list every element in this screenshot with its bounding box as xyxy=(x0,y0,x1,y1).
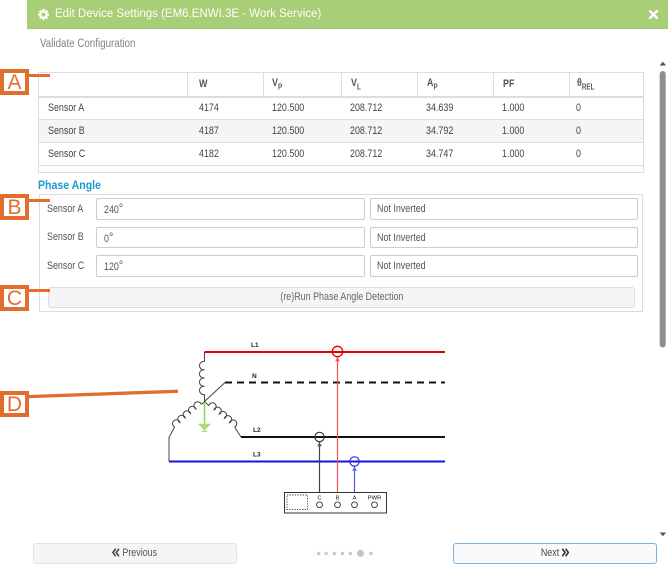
svg-text:L1: L1 xyxy=(251,342,259,349)
svg-text:L2: L2 xyxy=(253,427,261,434)
svg-text:PWR: PWR xyxy=(368,495,382,501)
svg-text:B: B xyxy=(336,495,340,501)
svg-text:L3: L3 xyxy=(253,452,261,459)
svg-text:N: N xyxy=(252,373,257,380)
svg-text:C: C xyxy=(317,495,321,501)
svg-text:A: A xyxy=(353,495,357,501)
